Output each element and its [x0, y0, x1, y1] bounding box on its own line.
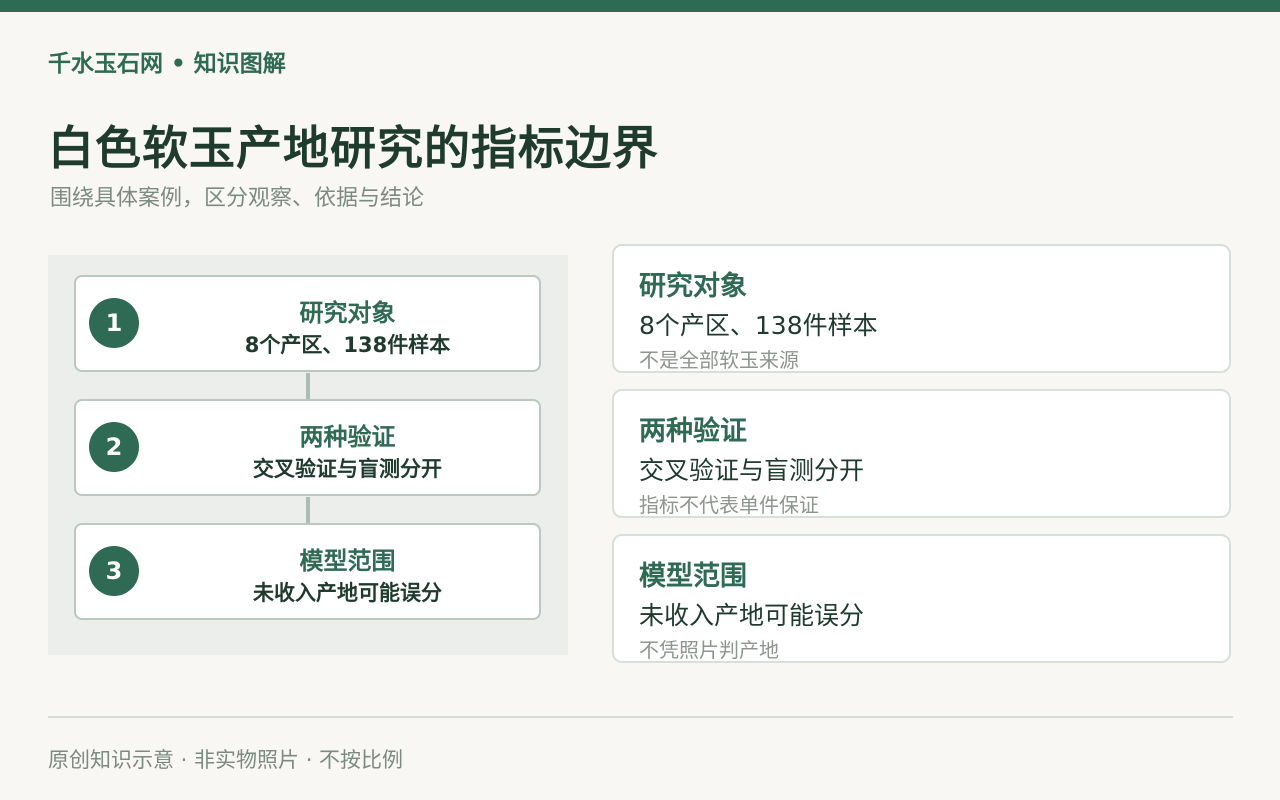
step-description: 未收入产地可能误分 — [253, 581, 442, 605]
flow-connector — [306, 497, 310, 523]
card-note: 不凭照片判产地 — [639, 638, 779, 662]
footer-divider — [48, 716, 1233, 718]
card-title: 两种验证 — [639, 416, 747, 447]
flow-diagram-panel: 1 研究对象 8个产区、138件样本 2 两种验证 交叉验证与盲测分开 3 模型… — [48, 255, 568, 655]
card-note: 指标不代表单件保证 — [639, 493, 819, 517]
info-card-model-scope: 模型范围 未收入产地可能误分 不凭照片判产地 — [612, 534, 1231, 663]
site-brand: 千水玉石网 • 知识图解 — [48, 51, 286, 77]
top-accent-bar — [0, 0, 1280, 12]
step-number-badge: 3 — [89, 546, 139, 596]
card-text: 8个产区、138件样本 — [639, 311, 878, 340]
card-title: 研究对象 — [639, 271, 747, 302]
step-title: 模型范围 — [299, 547, 396, 575]
step-description: 交叉验证与盲测分开 — [253, 457, 442, 481]
card-note: 不是全部软玉来源 — [639, 348, 799, 372]
step-description: 8个产区、138件样本 — [244, 333, 451, 357]
step-title: 两种验证 — [299, 423, 396, 451]
info-card-research-object: 研究对象 8个产区、138件样本 不是全部软玉来源 — [612, 244, 1231, 373]
card-title: 模型范围 — [639, 561, 747, 592]
card-text: 未收入产地可能误分 — [639, 601, 865, 630]
page-title: 白色软玉产地研究的指标边界 — [48, 121, 659, 175]
step-title: 研究对象 — [299, 299, 396, 327]
step-number-badge: 1 — [89, 298, 139, 348]
flow-step-2: 2 两种验证 交叉验证与盲测分开 — [74, 399, 541, 496]
info-card-validation: 两种验证 交叉验证与盲测分开 指标不代表单件保证 — [612, 389, 1231, 518]
step-number-badge: 2 — [89, 422, 139, 472]
flow-connector — [306, 373, 310, 399]
flow-step-1: 1 研究对象 8个产区、138件样本 — [74, 275, 541, 372]
page-subtitle: 围绕具体案例，区分观察、依据与结论 — [50, 186, 425, 211]
flow-step-3: 3 模型范围 未收入产地可能误分 — [74, 523, 541, 620]
footer-note: 原创知识示意 · 非实物照片 · 不按比例 — [48, 748, 404, 772]
card-text: 交叉验证与盲测分开 — [639, 456, 865, 485]
